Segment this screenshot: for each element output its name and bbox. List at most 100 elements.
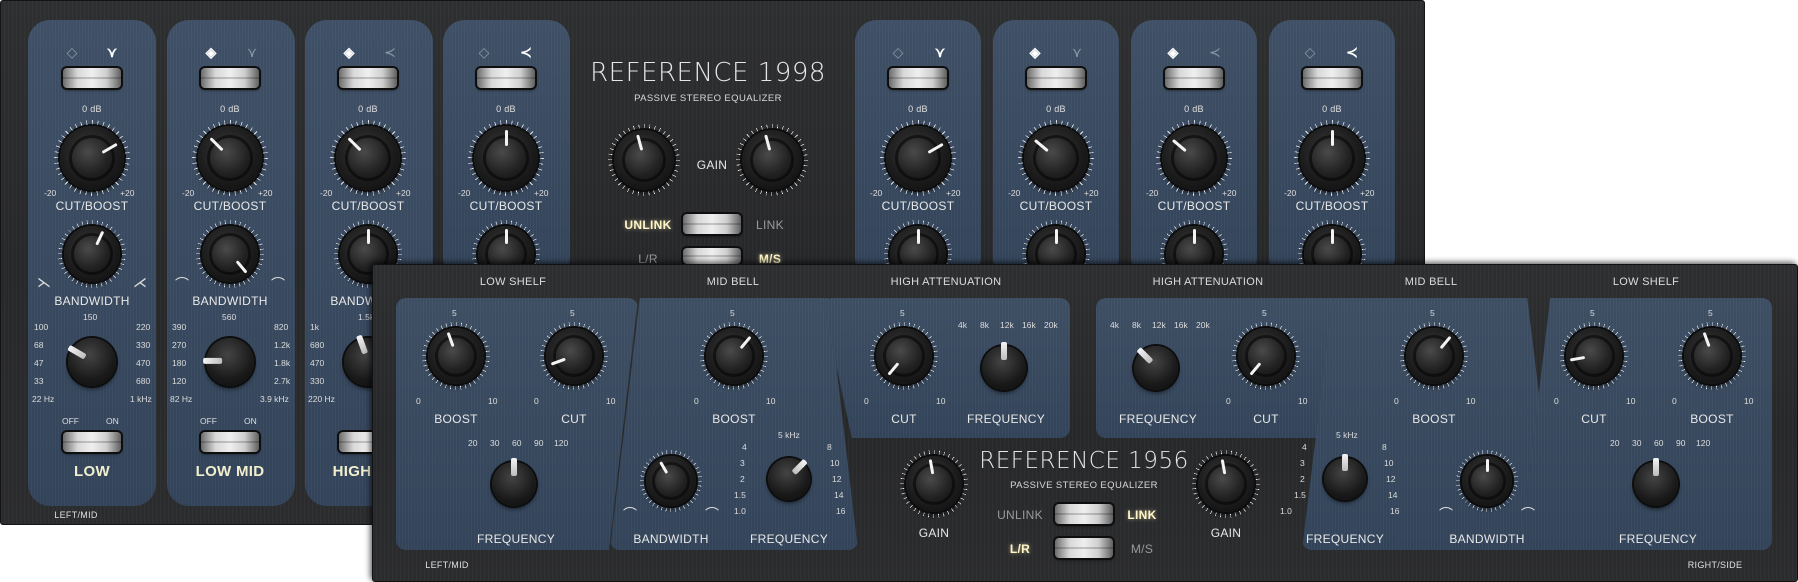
boost-knob[interactable] xyxy=(1400,322,1468,390)
ms-label: M/S xyxy=(1130,542,1154,556)
min-label: -20 xyxy=(1146,188,1159,198)
gain-knob-right[interactable] xyxy=(736,124,808,196)
filter-type-switch[interactable] xyxy=(1027,68,1085,88)
bandwidth-label: BANDWIDTH xyxy=(54,294,130,308)
narrow-icon: ⌒ xyxy=(175,276,189,292)
stereo-mode-switch[interactable] xyxy=(1055,538,1113,558)
shelf-icon: ◇ xyxy=(478,44,490,60)
cut-knob[interactable] xyxy=(1232,322,1300,390)
bandwidth-label: BANDWIDTH xyxy=(633,532,709,546)
frequency-label: FREQUENCY xyxy=(1305,532,1385,546)
bandwidth-knob[interactable] xyxy=(640,450,702,512)
freq-tick: 8k xyxy=(980,320,989,330)
freq-tick: 1.5 xyxy=(734,490,746,500)
cut-boost-knob[interactable] xyxy=(880,120,956,196)
freq-tick: 330 xyxy=(136,340,151,350)
cut-label: CUT xyxy=(1581,412,1607,426)
freq-tick: 390 xyxy=(172,322,187,332)
freq-tick: 30 xyxy=(1632,438,1642,448)
frequency-selector[interactable] xyxy=(67,338,116,386)
freq-tick: 16 xyxy=(1390,506,1400,516)
cut-boost-knob[interactable] xyxy=(468,120,544,196)
cut-boost-knob[interactable] xyxy=(1018,120,1094,196)
frequency-selector[interactable] xyxy=(1134,346,1178,390)
min-label: -20 xyxy=(458,188,471,198)
bandwidth-knob[interactable] xyxy=(1456,450,1518,512)
boost-knob[interactable] xyxy=(1678,322,1746,390)
wide-icon: ⌒ xyxy=(271,276,285,292)
cut-boost-knob[interactable] xyxy=(330,120,406,196)
bandwidth-knob[interactable] xyxy=(196,220,264,288)
link-switch[interactable] xyxy=(683,214,741,234)
cut-boost-label: CUT/BOOST xyxy=(1295,199,1369,213)
gain-knob-left[interactable] xyxy=(608,124,680,196)
cut-boost-knob[interactable] xyxy=(1156,120,1232,196)
cut-knob[interactable] xyxy=(1560,322,1628,390)
bell-icon: ≺ xyxy=(1346,44,1358,60)
cut-boost-knob[interactable] xyxy=(1294,120,1370,196)
zero-db-label: 0 dB xyxy=(1046,104,1066,114)
plugin-subtitle: PASSIVE STEREO EQUALIZER xyxy=(1010,480,1158,491)
wide-icon: ⌒ xyxy=(705,506,719,522)
cut-knob[interactable] xyxy=(540,322,608,390)
cut-boost-label: CUT/BOOST xyxy=(1157,199,1231,213)
max-label: +20 xyxy=(120,188,135,198)
filter-type-switch[interactable] xyxy=(889,68,947,88)
freq-tick: 150 xyxy=(83,312,98,322)
bandwidth-label: BANDWIDTH xyxy=(1449,532,1525,546)
filter-type-switch[interactable] xyxy=(1165,68,1223,88)
band-enable-switch[interactable] xyxy=(201,432,259,452)
zero-db-label: 0 dB xyxy=(908,104,928,114)
filter-type-switch[interactable] xyxy=(477,68,535,88)
section-header: LOW SHELF xyxy=(1612,276,1680,288)
freq-tick: 560 xyxy=(222,312,237,322)
channel-label-right: RIGHT/SIDE xyxy=(1687,560,1743,570)
filter-type-switch[interactable] xyxy=(201,68,259,88)
cut-label: CUT xyxy=(1253,412,1279,426)
cut-boost-knob[interactable] xyxy=(192,120,268,196)
freq-tick: 8 xyxy=(827,442,832,452)
frequency-selector[interactable] xyxy=(768,458,810,500)
scale-top: 5 xyxy=(452,308,457,318)
band-enable-switch[interactable] xyxy=(63,432,121,452)
frequency-selector[interactable] xyxy=(203,338,254,386)
freq-tick: 330 xyxy=(310,376,325,386)
link-switch[interactable] xyxy=(1055,504,1113,524)
min-label: -20 xyxy=(320,188,333,198)
cut-boost-knob[interactable] xyxy=(54,120,130,196)
freq-tick: 82 Hz xyxy=(170,394,193,404)
freq-tick: 4k xyxy=(1110,320,1119,330)
freq-tick: 8 xyxy=(1382,442,1387,452)
section-header: MID BELL xyxy=(706,276,760,288)
freq-tick: 4 xyxy=(1302,442,1307,452)
bandwidth-knob[interactable] xyxy=(58,220,126,288)
freq-tick: 3 xyxy=(1300,458,1305,468)
scale-top: 5 xyxy=(900,308,905,318)
gain-knob-left[interactable] xyxy=(900,450,968,518)
freq-tick: 68 xyxy=(34,340,44,350)
boost-knob[interactable] xyxy=(700,322,768,390)
frequency-selector[interactable] xyxy=(1634,458,1678,506)
filter-type-switch[interactable] xyxy=(63,68,121,88)
filter-type-switch[interactable] xyxy=(339,68,397,88)
frequency-selector[interactable] xyxy=(1324,454,1366,500)
cut-knob[interactable] xyxy=(870,322,938,390)
freq-tick: 1.2k xyxy=(274,340,291,350)
bell-icon: ⋎ xyxy=(1071,44,1083,60)
freq-tick: 10 xyxy=(830,458,840,468)
freq-tick: 680 xyxy=(310,340,325,350)
stereo-mode-switch[interactable] xyxy=(683,248,741,264)
boost-knob[interactable] xyxy=(422,322,490,390)
frequency-selector[interactable] xyxy=(982,342,1026,390)
scale-top: 5 xyxy=(730,308,735,318)
freq-tick: 22 Hz xyxy=(32,394,55,404)
freq-tick: 14 xyxy=(834,490,844,500)
freq-tick: 470 xyxy=(310,358,325,368)
filter-type-switch[interactable] xyxy=(1303,68,1361,88)
min-label: -20 xyxy=(44,188,57,198)
freq-tick: 120 xyxy=(1696,438,1711,448)
frequency-selector[interactable] xyxy=(492,458,536,506)
gain-knob-right[interactable] xyxy=(1192,450,1260,518)
plugin-title: REFERENCE 1956 xyxy=(979,448,1189,474)
scale-top: 5 xyxy=(1590,308,1595,318)
